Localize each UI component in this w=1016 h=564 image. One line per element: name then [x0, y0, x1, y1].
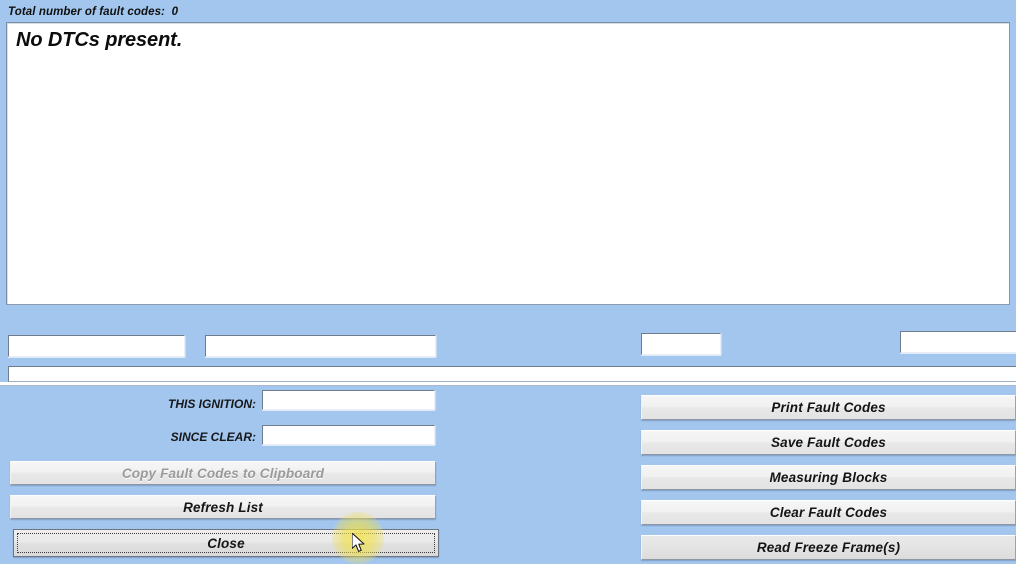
dtc-list-message: No DTCs present. [16, 29, 183, 51]
clear-fault-codes-button[interactable]: Clear Fault Codes [641, 500, 1016, 525]
status-field-c[interactable] [641, 333, 721, 355]
status-field-b[interactable] [205, 335, 436, 357]
since-clear-label: SINCE CLEAR: [170, 430, 256, 444]
total-fault-codes-label: Total number of fault codes: 0 [8, 6, 179, 18]
refresh-list-button[interactable]: Refresh List [10, 495, 436, 519]
measuring-blocks-button[interactable]: Measuring Blocks [641, 465, 1016, 490]
since-clear-input[interactable] [262, 425, 435, 445]
dtc-list[interactable]: No DTCs present. [6, 22, 1010, 305]
print-fault-codes-button[interactable]: Print Fault Codes [641, 395, 1016, 420]
fault-codes-window: Total number of fault codes: 0 No DTCs p… [0, 0, 1016, 564]
status-field-d[interactable] [900, 331, 1016, 353]
save-fault-codes-button[interactable]: Save Fault Codes [641, 430, 1016, 455]
this-ignition-label: THIS IGNITION: [168, 397, 256, 411]
section-divider [0, 382, 1016, 386]
copy-fault-codes-to-clipboard-button[interactable]: Copy Fault Codes to Clipboard [10, 461, 436, 485]
read-freeze-frames-button[interactable]: Read Freeze Frame(s) [641, 535, 1016, 560]
status-field-wide[interactable] [8, 366, 1016, 382]
close-button[interactable]: Close [13, 529, 439, 557]
status-field-a[interactable] [8, 335, 185, 357]
this-ignition-input[interactable] [262, 390, 435, 410]
